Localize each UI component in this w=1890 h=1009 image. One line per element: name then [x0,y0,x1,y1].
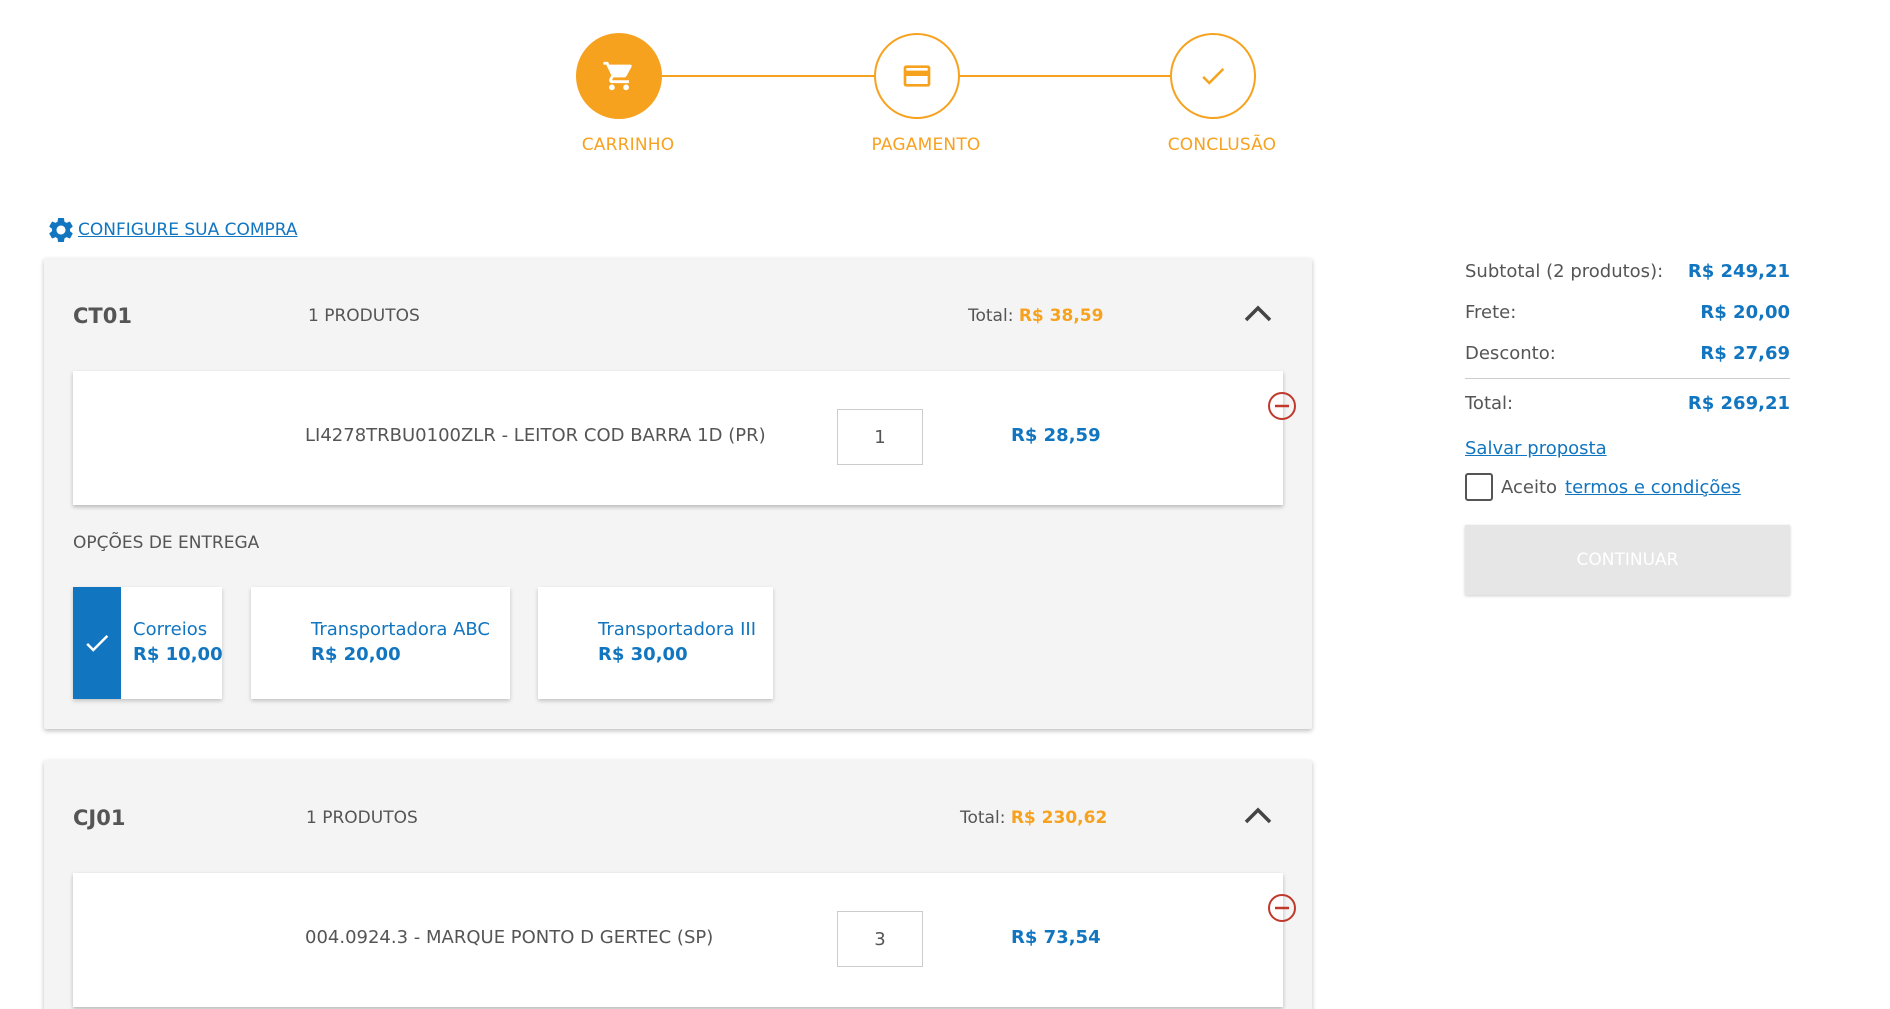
total-label: Total: [1465,393,1514,414]
step-label-payment: PAGAMENTO [871,135,981,155]
chevron-up-icon[interactable] [1240,298,1276,328]
check-icon [86,634,109,652]
step-connector [662,75,874,77]
chevron-up-icon[interactable] [1240,800,1276,830]
delivery-option-price: R$ 20,00 [311,644,401,665]
configure-link[interactable]: CONFIGURE SUA COMPRA [78,220,298,240]
terms-prefix: Aceito [1501,476,1558,498]
product-name: 004.0924.3 - MARQUE PONTO D GERTEC (SP) [305,927,714,948]
shipping-row: Frete: R$ 20,00 [1465,296,1790,337]
group-code: CJ01 [73,806,126,830]
delivery-option-abc[interactable]: Transportadora ABC R$ 20,00 [251,587,510,699]
delivery-option-name: Transportadora ABC [311,619,490,640]
unselected-mark [251,587,299,699]
group-total-value: R$ 230,62 [1010,808,1108,828]
product-card: LI4278TRBU0100ZLR - LEITOR COD BARRA 1D … [73,371,1296,505]
delivery-option-iii[interactable]: Transportadora III R$ 30,00 [538,587,773,699]
group-total-label: Total: [960,808,1006,828]
selected-mark [73,587,121,699]
product-price: R$ 73,54 [1011,927,1101,948]
group-header: CT01 1 PRODUTOS Total: R$ 38,59 [44,258,1312,373]
product-price: R$ 28,59 [1011,425,1101,446]
remove-item-icon[interactable] [1267,391,1297,421]
group-header: CJ01 1 PRODUTOS Total: R$ 230,62 [44,760,1312,875]
group-total-value: R$ 38,59 [1018,306,1104,326]
remove-item-icon[interactable] [1267,893,1297,923]
terms-row: Aceito termos e condições [1465,473,1790,501]
step-cart[interactable] [576,33,662,119]
total-row: Total: R$ 269,21 [1465,387,1790,428]
gear-icon [49,218,73,242]
subtotal-label: Subtotal (2 produtos): [1465,261,1664,282]
discount-value: R$ 27,69 [1700,343,1790,364]
delivery-option-price: R$ 10,00 [133,644,223,665]
group-total-label: Total: [968,306,1014,326]
quantity-input[interactable] [837,911,923,967]
quantity-input[interactable] [837,409,923,465]
check-icon [1202,67,1225,85]
checkout-stepper: CARRINHO PAGAMENTO CONCLUSÃO [0,0,1890,170]
credit-card-icon [903,65,931,87]
shipping-value: R$ 20,00 [1700,302,1790,323]
group-total: Total: R$ 230,62 [960,808,1107,828]
group-product-count: 1 PRODUTOS [308,306,420,326]
total-value: R$ 269,21 [1687,393,1790,414]
cart-icon [603,61,632,91]
subtotal-value: R$ 249,21 [1687,261,1790,282]
delivery-option-name: Correios [133,619,208,640]
group-code: CT01 [73,304,132,328]
subtotal-row: Subtotal (2 produtos): R$ 249,21 [1465,255,1790,296]
order-group: CT01 1 PRODUTOS Total: R$ 38,59 LI4278TR… [44,258,1312,729]
step-connector [960,75,1170,77]
step-label-cart: CARRINHO [581,135,675,155]
continue-button[interactable]: CONTINUAR [1465,525,1790,595]
step-label-conclusion: CONCLUSÃO [1167,135,1277,155]
save-proposal-link[interactable]: Salvar proposta [1465,438,1790,459]
product-name: LI4278TRBU0100ZLR - LEITOR COD BARRA 1D … [305,425,766,446]
delivery-option-correios[interactable]: Correios R$ 10,00 [73,587,223,699]
product-card: 004.0924.3 - MARQUE PONTO D GERTEC (SP) … [73,873,1296,1007]
terms-checkbox[interactable] [1465,473,1493,501]
delivery-options-title: OPÇÕES DE ENTREGA [73,533,260,553]
step-payment[interactable] [874,33,960,119]
step-conclusion[interactable] [1170,33,1256,119]
configure-purchase[interactable]: CONFIGURE SUA COMPRA [46,215,298,245]
group-product-count: 1 PRODUTOS [306,808,418,828]
discount-label: Desconto: [1465,343,1556,364]
shipping-label: Frete: [1465,302,1517,323]
order-summary: Subtotal (2 produtos): R$ 249,21 Frete: … [1465,255,1790,595]
discount-row: Desconto: R$ 27,69 [1465,337,1790,378]
delivery-option-price: R$ 30,00 [598,644,688,665]
group-total: Total: R$ 38,59 [968,306,1103,326]
unselected-mark [538,587,586,699]
delivery-option-name: Transportadora III [598,619,757,640]
order-group: CJ01 1 PRODUTOS Total: R$ 230,62 004.092… [44,760,1312,1009]
terms-link[interactable]: termos e condições [1565,477,1741,498]
summary-divider [1465,378,1790,379]
